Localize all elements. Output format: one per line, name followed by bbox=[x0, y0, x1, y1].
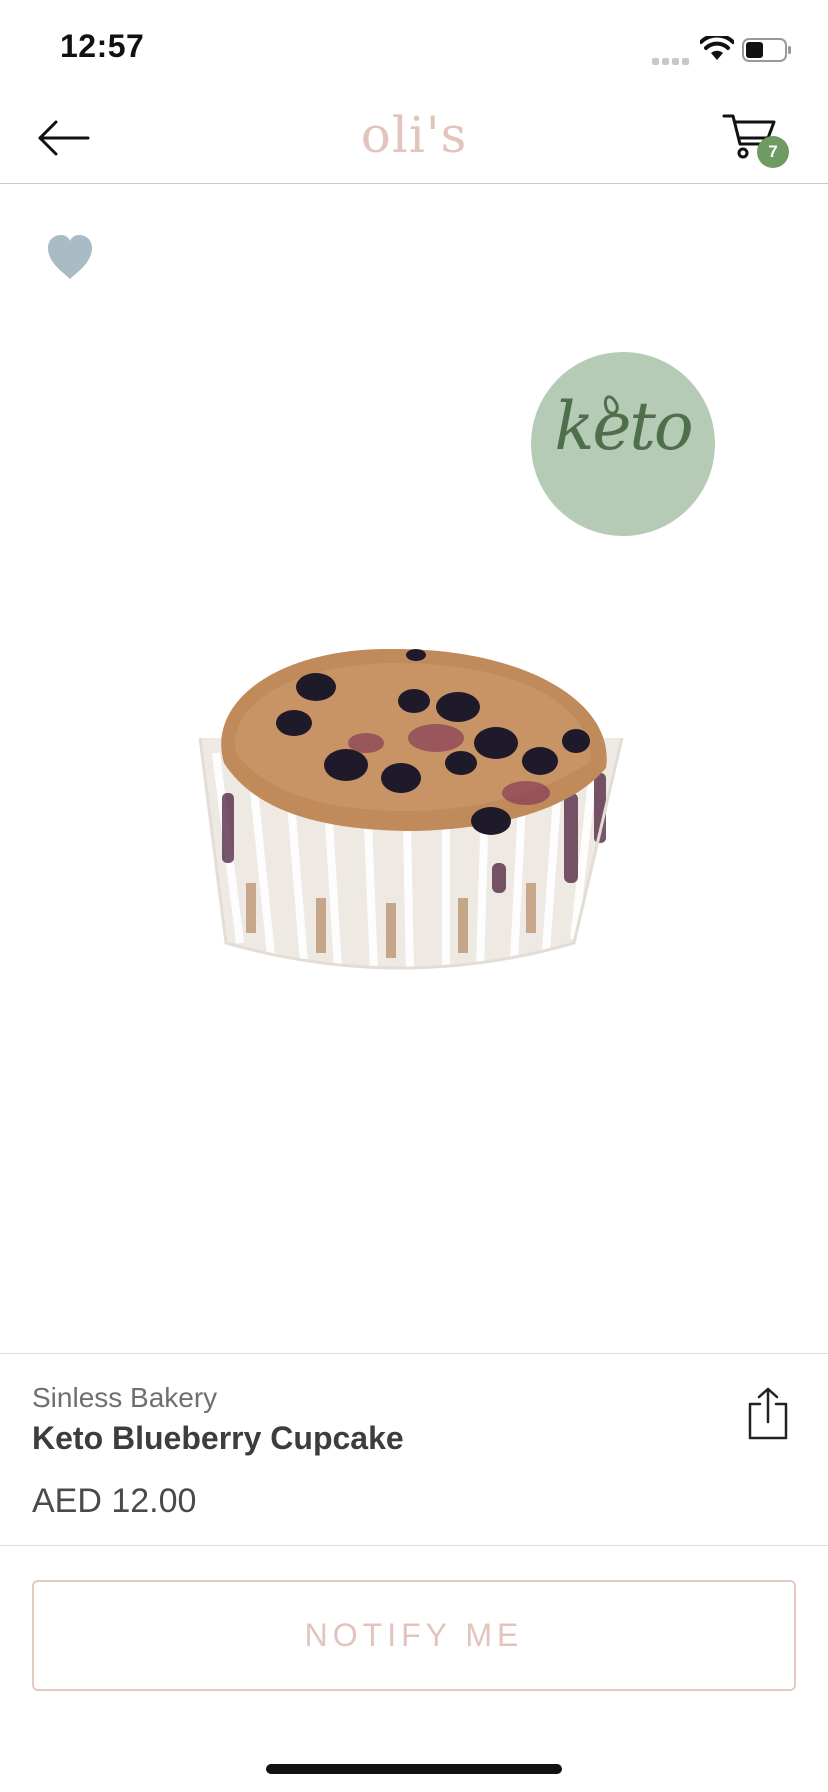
product-title: Keto Blueberry Cupcake bbox=[32, 1420, 404, 1456]
nav-bar: oli's 7 bbox=[0, 96, 828, 184]
keto-badge: keto bbox=[531, 352, 715, 536]
cart-count-badge: 7 bbox=[757, 136, 789, 168]
share-icon bbox=[748, 1387, 788, 1440]
product-image bbox=[198, 648, 624, 975]
cellular-signal-icon bbox=[652, 52, 692, 65]
notify-me-button[interactable]: NOTIFY ME bbox=[32, 1580, 796, 1691]
product-info: Sinless Bakery Keto Blueberry Cupcake AE… bbox=[0, 1353, 828, 1546]
cart-button[interactable]: 7 bbox=[722, 110, 792, 174]
keto-badge-label: keto bbox=[554, 388, 693, 465]
vendor-name[interactable]: Sinless Bakery bbox=[32, 1382, 217, 1414]
wifi-icon bbox=[700, 36, 734, 60]
battery-icon bbox=[742, 38, 791, 62]
product-image-area: keto bbox=[0, 185, 828, 1353]
home-indicator bbox=[266, 1764, 562, 1774]
status-time: 12:57 bbox=[60, 28, 145, 64]
share-button[interactable] bbox=[746, 1386, 790, 1442]
product-price: AED 12.00 bbox=[32, 1482, 197, 1520]
favorite-button[interactable] bbox=[44, 233, 96, 281]
brand-logo: oli's bbox=[360, 106, 468, 164]
heart-icon bbox=[48, 235, 92, 279]
status-bar: 12:57 bbox=[0, 0, 828, 96]
